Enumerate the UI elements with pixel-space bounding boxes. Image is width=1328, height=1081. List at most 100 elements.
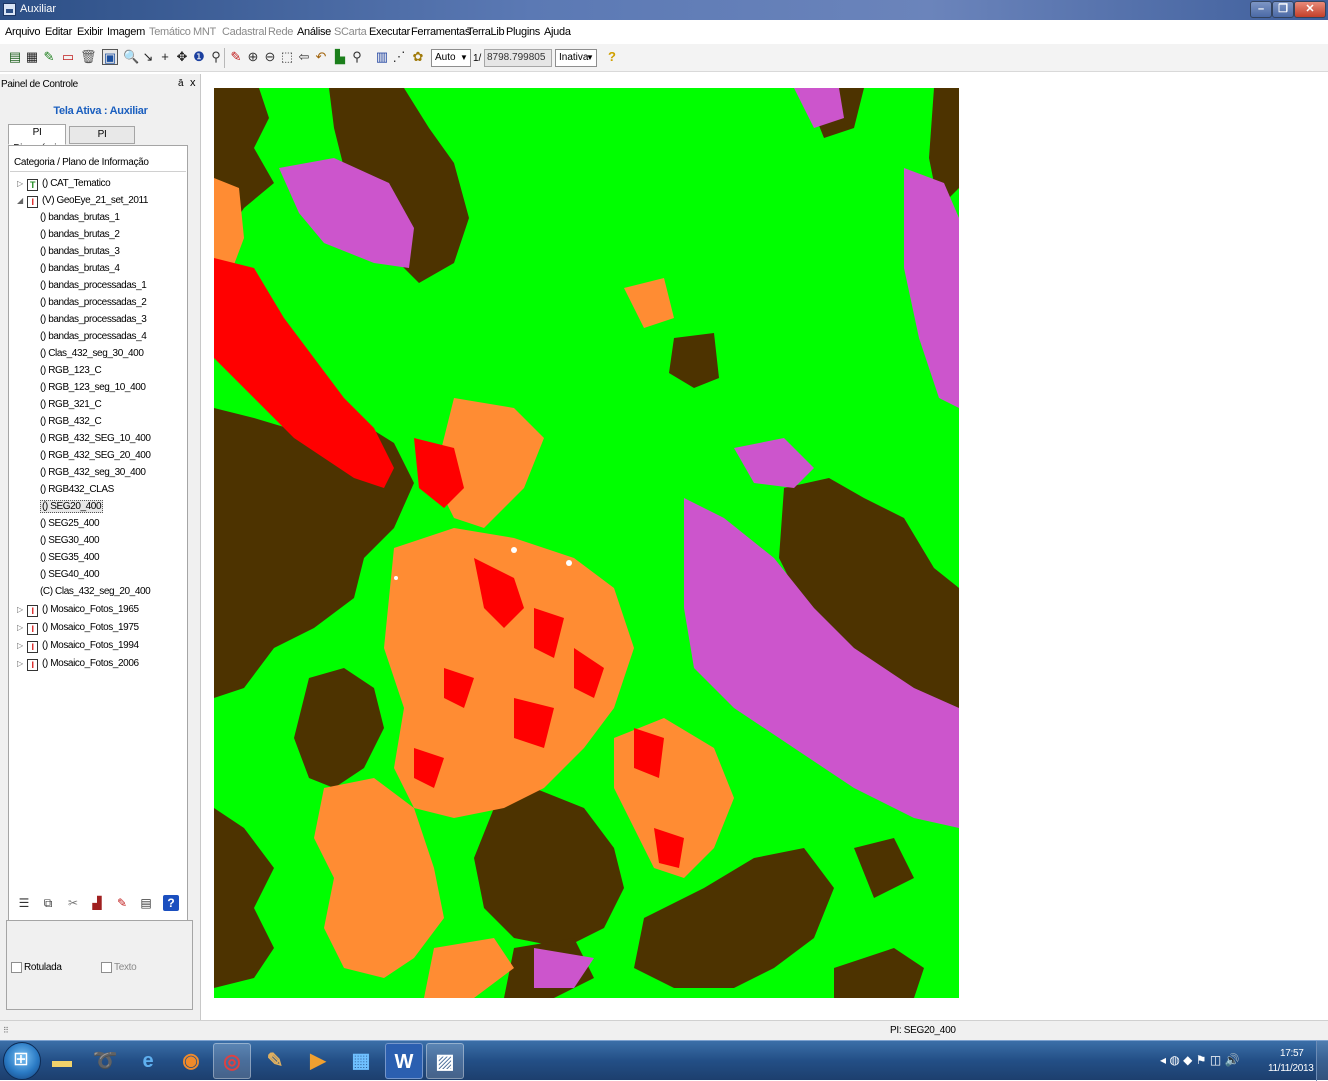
scale-field[interactable]: 8798.799805 <box>484 49 552 67</box>
menu-imagem[interactable]: Imagem <box>107 26 145 38</box>
menu-ferramentas[interactable]: Ferramentas <box>411 26 470 38</box>
tree-header[interactable]: Categoria / Plano de Informação <box>10 152 186 172</box>
tree-item[interactable]: ▷ I () Mosaico_Fotos_1994 <box>17 638 139 654</box>
ie-icon[interactable]: e <box>129 1043 167 1079</box>
zoom-in-icon[interactable]: ⊕ <box>245 49 261 65</box>
explorer-icon[interactable]: ▬ <box>43 1043 81 1079</box>
firefox-icon[interactable]: ◉ <box>172 1043 210 1079</box>
menu-mnt[interactable]: MNT <box>193 26 216 38</box>
point-icon[interactable]: ⋰ <box>391 49 407 65</box>
pencil-icon[interactable]: ✎ <box>41 49 57 65</box>
menu-terralib[interactable]: TerraLib <box>467 26 505 38</box>
palette-icon[interactable]: ✿ <box>410 49 426 65</box>
tree-item[interactable]: () bandas_brutas_2 <box>40 227 120 243</box>
back-icon[interactable]: ⇦ <box>296 49 312 65</box>
tree-item[interactable]: () bandas_brutas_4 <box>40 261 120 277</box>
tree-item[interactable]: () RGB_432_C <box>40 414 102 430</box>
menu-tematico[interactable]: Temático <box>149 26 191 38</box>
expander-icon[interactable]: ▷ <box>17 176 23 192</box>
menu-scarta[interactable]: SCarta <box>334 26 367 38</box>
tree-item[interactable]: () bandas_brutas_3 <box>40 244 120 260</box>
chrome-icon[interactable]: ◎ <box>213 1043 251 1079</box>
tree-item[interactable]: () RGB_432_seg_30_400 <box>40 465 146 481</box>
menu-arquivo[interactable]: Arquivo <box>5 26 41 38</box>
menu-executar[interactable]: Executar <box>369 26 410 38</box>
zoom-icon[interactable]: 🔍 <box>123 49 139 65</box>
menu-plugins[interactable]: Plugins <box>506 26 540 38</box>
state-select[interactable]: Inativa ▼ <box>555 49 597 67</box>
spring-icon[interactable]: ▨ <box>426 1043 464 1079</box>
tree-item[interactable]: ▷ T () CAT_Tematico <box>17 176 111 192</box>
refresh-icon[interactable]: ↶ <box>313 49 329 65</box>
style-icon[interactable]: ✂ <box>65 895 81 911</box>
menu-rede[interactable]: Rede <box>268 26 293 38</box>
edit-icon[interactable]: ✎ <box>228 49 244 65</box>
zoom-out-icon[interactable]: ⊖ <box>262 49 278 65</box>
menu-exibir[interactable]: Exibir <box>77 26 103 38</box>
minimize-button[interactable]: – <box>1250 1 1272 18</box>
zoom-tool-icon[interactable]: ⚲ <box>349 49 365 65</box>
restore-button[interactable]: ❐ <box>1272 1 1294 18</box>
tree-item[interactable]: () bandas_processadas_4 <box>40 329 147 345</box>
edit-layer-icon[interactable]: ✎ <box>114 895 130 911</box>
word-icon[interactable]: W <box>385 1043 423 1079</box>
tree-item[interactable]: () SEG40_400 <box>40 567 100 583</box>
zoom-mode-select[interactable]: Auto ▼ <box>431 49 471 67</box>
rotulada-checkbox[interactable] <box>11 962 22 973</box>
table-icon[interactable]: ▤ <box>138 895 154 911</box>
tree-item[interactable]: ◢ I (V) GeoEye_21_set_2011 <box>17 193 148 209</box>
classified-map[interactable] <box>214 88 959 998</box>
tree-item[interactable]: (C) Clas_432_seg_20_400 <box>40 584 151 600</box>
tree-item[interactable]: ▷ I () Mosaico_Fotos_1965 <box>17 602 139 618</box>
tab-pi-selecionados[interactable]: PI Selecionados <box>69 126 135 156</box>
tree-item[interactable]: () RGB_432_SEG_20_400 <box>40 448 151 464</box>
zoom-area-icon[interactable]: ⬚ <box>279 49 295 65</box>
tree-item-selected[interactable]: () SEG20_400 <box>40 499 104 515</box>
help-icon[interactable]: ? <box>604 49 620 65</box>
tree-item[interactable]: () bandas_processadas_3 <box>40 312 147 328</box>
menu-analise[interactable]: Análise <box>297 26 331 38</box>
tree-item[interactable]: () SEG30_400 <box>40 533 100 549</box>
start-button[interactable] <box>3 1042 41 1080</box>
tree-item[interactable]: () bandas_processadas_1 <box>40 278 147 294</box>
database-icon[interactable]: ▤ <box>7 49 23 65</box>
info-icon[interactable]: ❶ <box>191 49 207 65</box>
layers-icon[interactable]: ▙ <box>332 49 348 65</box>
display-icon[interactable]: ▥ <box>374 49 390 65</box>
calculator-icon[interactable]: ▦ <box>342 1043 380 1079</box>
visual-icon[interactable]: ▟ <box>89 895 105 911</box>
expander-icon[interactable]: ▷ <box>17 620 23 636</box>
clock-date[interactable]: 11/11/2013 <box>1268 1063 1314 1074</box>
trash-icon[interactable]: 🗑 <box>80 49 97 65</box>
cursor-icon[interactable]: ↘ <box>140 49 156 65</box>
tree-item[interactable]: ▷ I () Mosaico_Fotos_1975 <box>17 620 139 636</box>
tree-item[interactable]: () SEG25_400 <box>40 516 100 532</box>
window-icon[interactable]: ▭ <box>60 49 76 65</box>
help-icon[interactable]: ? <box>163 895 179 911</box>
close-button[interactable]: ✕ <box>1294 1 1326 18</box>
grid-icon[interactable]: ▦ <box>24 49 40 65</box>
select-icon[interactable]: ▣ <box>102 49 118 65</box>
lens-icon[interactable]: ⚲ <box>208 49 224 65</box>
tree-item[interactable]: ▷ I () Mosaico_Fotos_2006 <box>17 656 139 672</box>
menu-ajuda[interactable]: Ajuda <box>544 26 571 38</box>
expander-icon[interactable]: ▷ <box>17 656 23 672</box>
app-icon[interactable]: ➰ <box>86 1043 124 1079</box>
texto-checkbox[interactable] <box>101 962 112 973</box>
expander-icon[interactable]: ◢ <box>17 193 23 209</box>
show-desktop-button[interactable] <box>1316 1041 1328 1081</box>
close-icon[interactable]: x <box>190 77 196 89</box>
tab-pi-disponiveis[interactable]: PI Disponíveis <box>8 124 66 154</box>
expander-icon[interactable]: ▷ <box>17 602 23 618</box>
tree-item[interactable]: () bandas_brutas_1 <box>40 210 120 226</box>
tree-item[interactable]: () SEG35_400 <box>40 550 100 566</box>
pin-icon[interactable]: ā <box>178 78 184 89</box>
menu-cadastral[interactable]: Cadastral <box>222 26 267 38</box>
tree-item[interactable]: () Clas_432_seg_30_400 <box>40 346 144 362</box>
clock-time[interactable]: 17:57 <box>1280 1048 1304 1059</box>
move-icon[interactable]: ✥ <box>174 49 190 65</box>
list-icon[interactable]: ☰ <box>16 895 32 911</box>
tree-item[interactable]: () RGB432_CLAS <box>40 482 114 498</box>
menu-editar[interactable]: Editar <box>45 26 72 38</box>
tree-item[interactable]: () RGB_123_C <box>40 363 102 379</box>
